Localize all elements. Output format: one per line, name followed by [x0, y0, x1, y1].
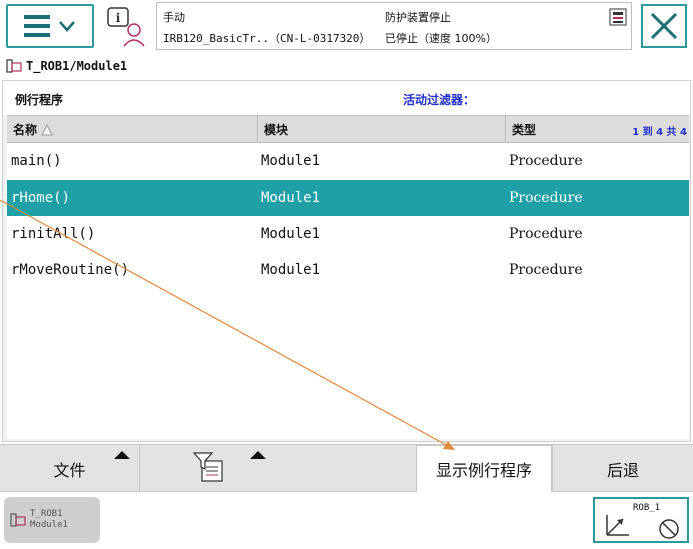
column-type[interactable]: 类型 1 到 4 共 4 — [505, 116, 689, 143]
panel-title: 例行程序 — [15, 93, 64, 107]
run-status: 已停止（速度 100%） — [385, 32, 497, 45]
guard-status: 防护装置停止 — [385, 11, 451, 24]
filter-icon — [192, 452, 223, 482]
routine-module: Module1 — [261, 262, 321, 278]
routine-icon — [10, 513, 26, 527]
quickset-robot-button[interactable]: ROB_1 — [593, 497, 689, 543]
routine-type: Procedure — [509, 153, 583, 169]
column-module-label: 模块 — [264, 123, 289, 137]
controller-name: IRB120_BasicTr..（CN-L-0317320） — [163, 32, 371, 45]
routine-module: Module1 — [261, 190, 321, 206]
info-user-icon[interactable]: i — [104, 4, 148, 48]
table-row[interactable]: main() Module1 Procedure — [7, 143, 689, 179]
routine-name: rMoveRoutine() — [11, 262, 130, 278]
routine-type: Procedure — [509, 262, 583, 278]
task-line2: Module1 — [30, 520, 68, 530]
pager: 1 到 4 共 4 — [632, 127, 687, 138]
main-menu-button[interactable] — [6, 4, 94, 48]
routine-panel: 例行程序 活动过滤器： 名称 模块 类型 1 到 4 共 4 main() Mo… — [2, 80, 691, 442]
file-menu-label: 文件 — [53, 461, 86, 480]
menu-up-arrow-icon — [250, 451, 266, 459]
filter-menu-button[interactable] — [140, 445, 414, 493]
routine-name: rinitAll() — [11, 226, 96, 242]
back-label: 后退 — [606, 461, 639, 480]
routine-type: Procedure — [509, 226, 583, 242]
column-type-label: 类型 — [512, 123, 537, 137]
sort-up-icon — [41, 123, 53, 135]
close-icon — [650, 12, 678, 40]
menu-up-arrow-icon — [114, 451, 130, 459]
panel-header: 例行程序 活动过滤器： — [3, 81, 690, 115]
run-status-icon — [609, 8, 627, 26]
column-name-label: 名称 — [13, 123, 38, 137]
svg-text:i: i — [116, 11, 121, 25]
robot-label: ROB_1 — [633, 503, 661, 513]
close-button[interactable] — [641, 4, 687, 48]
menu-icon — [24, 15, 50, 37]
routine-module: Module1 — [261, 226, 321, 242]
table-row-selected[interactable]: rHome() Module1 Procedure — [7, 180, 689, 216]
show-routine-button[interactable]: 显示例行程序 — [416, 445, 552, 493]
active-filter-label[interactable]: 活动过滤器： — [403, 91, 475, 108]
column-module[interactable]: 模块 — [257, 116, 505, 143]
routine-list: main() Module1 Procedure rHome() Module1… — [7, 143, 689, 439]
routine-type: Procedure — [509, 190, 583, 206]
jog-axes-icon — [606, 515, 629, 536]
breadcrumb: T_ROB1/Module1 — [0, 54, 693, 78]
command-bar: 文件 显示例行程序 后退 — [0, 444, 693, 493]
routine-name: main() — [11, 153, 62, 169]
show-routine-label: 显示例行程序 — [435, 461, 532, 480]
column-header: 名称 模块 类型 1 到 4 共 4 — [7, 115, 689, 143]
taskbar: T_ROB1 Module1 ROB_1 — [0, 492, 693, 549]
file-menu-button[interactable]: 文件 — [0, 445, 140, 493]
table-row[interactable]: rMoveRoutine() Module1 Procedure — [7, 252, 689, 288]
table-row[interactable]: rinitAll() Module1 Procedure — [7, 216, 689, 252]
operation-mode: 手动 — [163, 11, 185, 24]
back-button[interactable]: 后退 — [552, 445, 693, 493]
routine-module: Module1 — [261, 153, 321, 169]
routine-name: rHome() — [11, 190, 71, 206]
task-item-module[interactable]: T_ROB1 Module1 — [4, 497, 100, 543]
top-bar: i 手动 IRB120_BasicTr..（CN-L-0317320） 防护装置… — [0, 0, 693, 52]
no-entry-icon — [659, 519, 679, 539]
status-panel[interactable]: 手动 IRB120_BasicTr..（CN-L-0317320） 防护装置停止… — [156, 2, 632, 50]
chevron-down-icon — [59, 21, 75, 32]
task-line1: T_ROB1 — [30, 509, 63, 519]
breadcrumb-text: T_ROB1/Module1 — [26, 59, 128, 73]
routine-icon — [6, 59, 22, 73]
column-name[interactable]: 名称 — [7, 116, 257, 143]
